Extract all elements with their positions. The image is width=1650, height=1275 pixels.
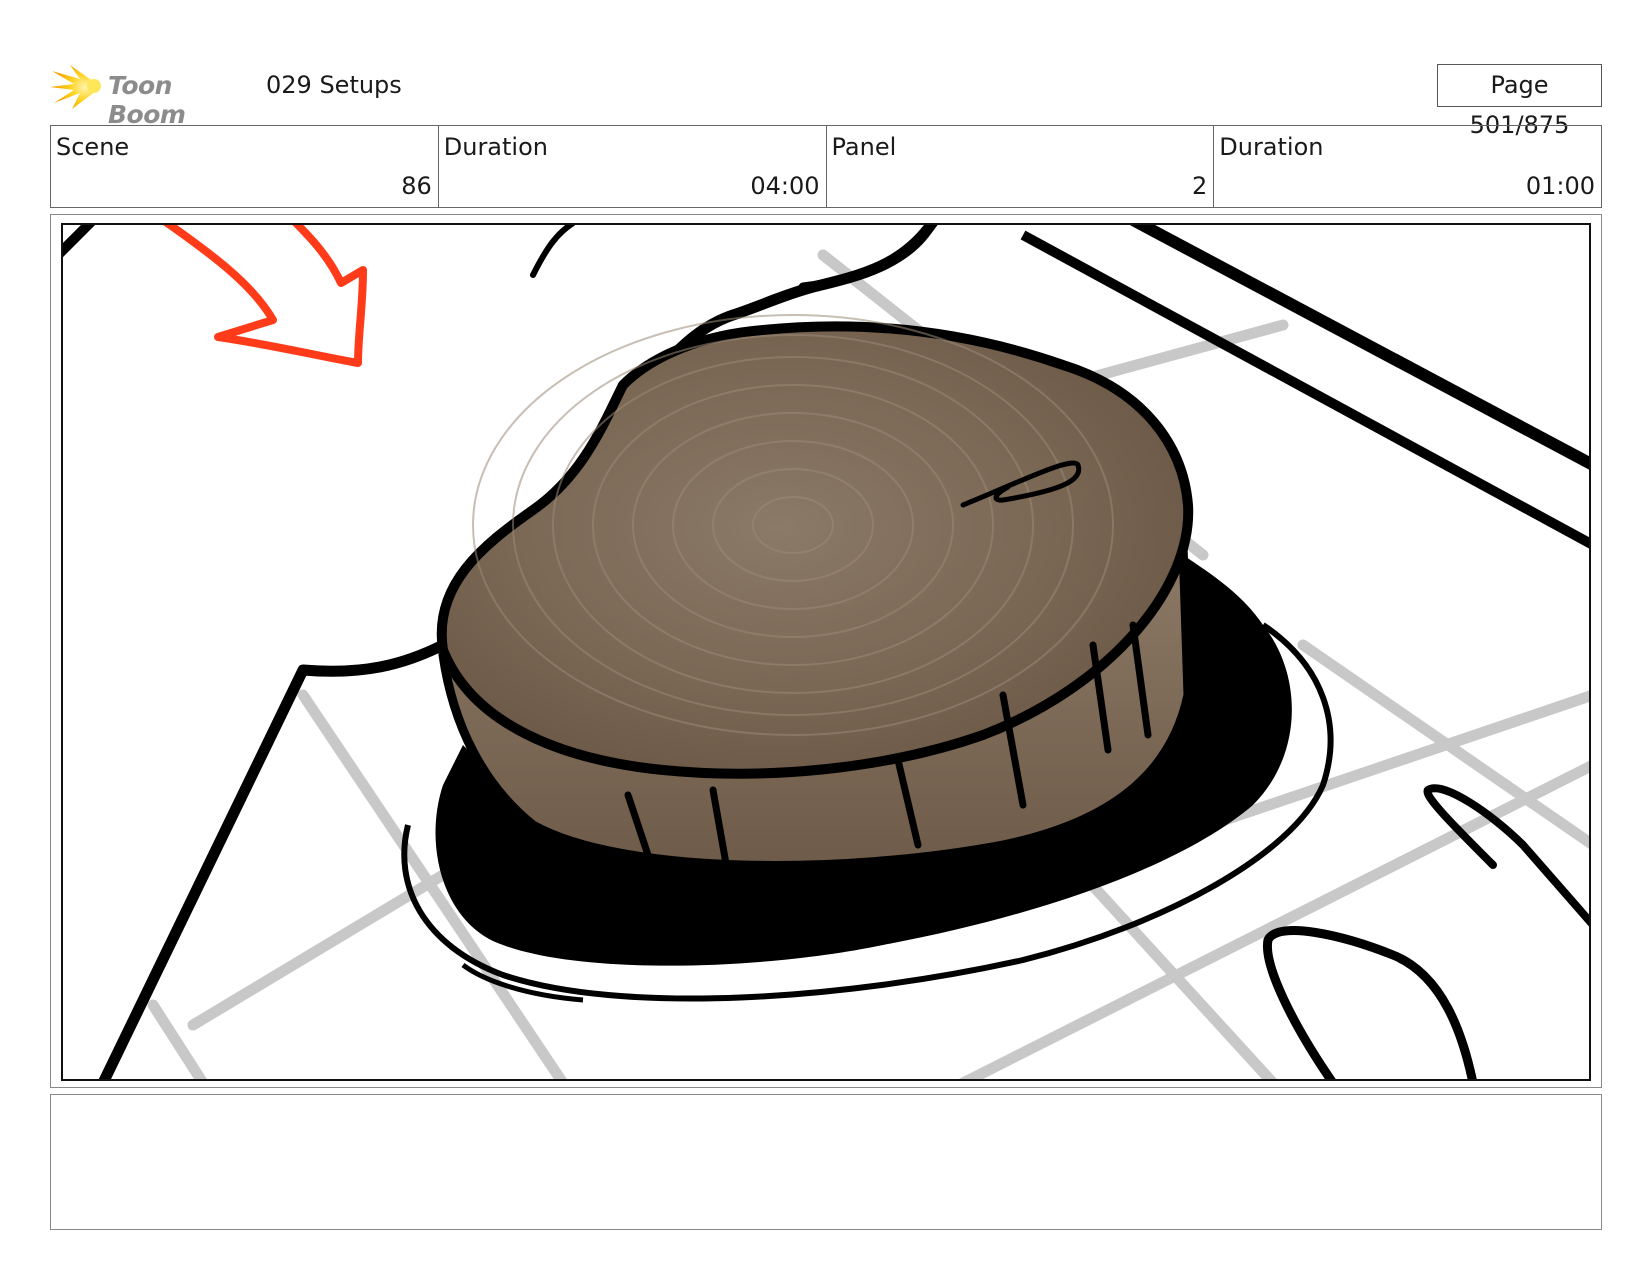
page-number: Page 501/875 — [1437, 64, 1602, 139]
panel-notes-box — [50, 1094, 1602, 1230]
panel-duration-value: 01:00 — [1525, 172, 1595, 200]
panel-drawing — [63, 225, 1589, 1079]
scene-info-table: Scene 86 Duration 04:00 Panel 2 Duration… — [50, 125, 1602, 208]
claw-shape-2 — [1262, 926, 1477, 1079]
scene-value: 86 — [401, 172, 432, 200]
red-arrow — [163, 225, 367, 367]
storyboard-panel-image — [61, 223, 1591, 1081]
scene-label: Scene — [56, 133, 130, 161]
project-title: 029 Setups — [266, 71, 402, 99]
page-header: Toon Boom 029 Setups Page 501/875 — [50, 55, 1602, 139]
logo-text: Toon Boom — [108, 71, 186, 129]
panel-duration-cell: Duration 01:00 — [1214, 126, 1601, 207]
scene-cell: Scene 86 — [51, 126, 439, 207]
panel-label: Panel — [831, 133, 897, 161]
sun-burst-icon — [50, 65, 101, 109]
toon-boom-logo: Toon Boom — [50, 61, 250, 129]
scene-duration-label: Duration — [443, 133, 548, 161]
scene-duration-value: 04:00 — [750, 172, 820, 200]
panel-duration-label: Duration — [1219, 133, 1324, 161]
scene-duration-cell: Duration 04:00 — [439, 126, 827, 207]
storyboard-panel-frame — [50, 214, 1602, 1088]
panel-cell: Panel 2 — [827, 126, 1215, 207]
panel-value: 2 — [1191, 172, 1208, 200]
